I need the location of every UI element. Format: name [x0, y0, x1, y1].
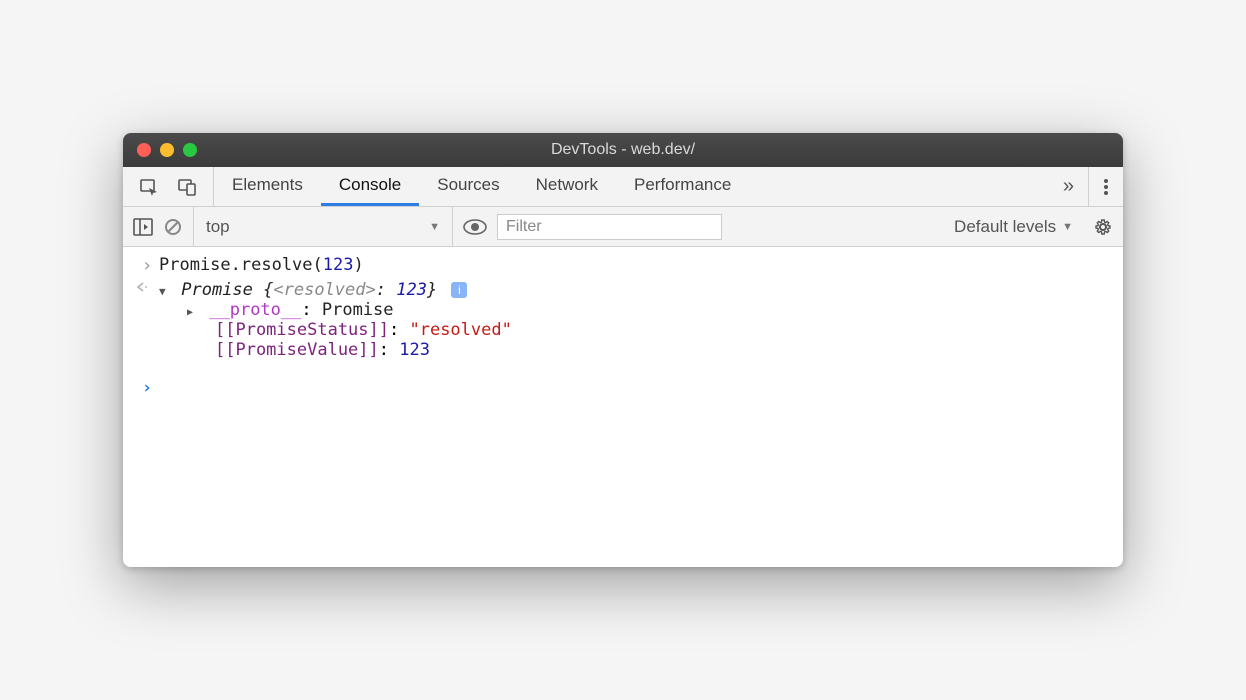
input-expression: Promise.resolve(123) — [159, 255, 1111, 275]
context-selector[interactable]: top ▼ — [193, 207, 453, 246]
more-tabs-button[interactable]: » — [1063, 175, 1074, 198]
tabs: Elements Console Sources Network Perform… — [214, 167, 1049, 206]
devtools-window: DevTools - web.dev/ Elements Console Sou… — [123, 133, 1123, 567]
console-settings-icon[interactable] — [1093, 217, 1113, 237]
prompt-chevron-icon: › — [135, 378, 159, 398]
info-icon[interactable]: i — [451, 282, 467, 298]
tabbar-right: » — [1049, 167, 1123, 206]
clear-console-icon[interactable] — [163, 217, 183, 237]
zoom-window-button[interactable] — [183, 143, 197, 157]
console-input-row: Promise.resolve(123) — [123, 253, 1123, 278]
inspect-tools — [123, 167, 214, 206]
window-controls — [123, 143, 197, 157]
result-object[interactable]: ▼ Promise {<resolved>: 123} i ▶ __proto_… — [159, 280, 1111, 360]
filter-input[interactable] — [497, 214, 722, 240]
tab-sources[interactable]: Sources — [419, 167, 517, 206]
proto-row[interactable]: ▶ __proto__: Promise — [159, 300, 1111, 320]
toggle-sidebar-icon[interactable] — [133, 218, 153, 236]
tab-network[interactable]: Network — [518, 167, 616, 206]
console-prompt-row[interactable]: › — [123, 376, 1123, 400]
tab-elements[interactable]: Elements — [214, 167, 321, 206]
levels-label: Default levels — [954, 217, 1056, 237]
close-window-button[interactable] — [137, 143, 151, 157]
panel-tabbar: Elements Console Sources Network Perform… — [123, 167, 1123, 207]
promise-value-row: [[PromiseValue]]: 123 — [159, 340, 1111, 360]
tab-console[interactable]: Console — [321, 167, 419, 206]
console-result-row: ▼ Promise {<resolved>: 123} i ▶ __proto_… — [123, 278, 1123, 362]
inspect-element-icon[interactable] — [139, 177, 159, 197]
promise-status-row: [[PromiseStatus]]: "resolved" — [159, 320, 1111, 340]
titlebar: DevTools - web.dev/ — [123, 133, 1123, 167]
log-levels-selector[interactable]: Default levels ▼ — [954, 217, 1083, 237]
expand-toggle-icon[interactable]: ▼ — [159, 285, 171, 298]
tab-performance[interactable]: Performance — [616, 167, 749, 206]
output-chevron-icon — [135, 280, 159, 294]
device-toolbar-icon[interactable] — [177, 177, 197, 197]
input-chevron-icon — [135, 255, 159, 276]
console-output: Promise.resolve(123) ▼ Promise {<resolve… — [123, 247, 1123, 567]
expand-toggle-icon[interactable]: ▶ — [187, 307, 199, 318]
live-expression-icon[interactable] — [463, 219, 487, 235]
kebab-menu-icon[interactable] — [1103, 177, 1109, 197]
window-title: DevTools - web.dev/ — [123, 141, 1123, 159]
separator — [1088, 167, 1089, 206]
console-toolbar: top ▼ Default levels ▼ — [123, 207, 1123, 247]
dropdown-icon: ▼ — [1062, 221, 1073, 233]
dropdown-icon: ▼ — [429, 221, 440, 233]
minimize-window-button[interactable] — [160, 143, 174, 157]
context-label: top — [206, 217, 230, 237]
